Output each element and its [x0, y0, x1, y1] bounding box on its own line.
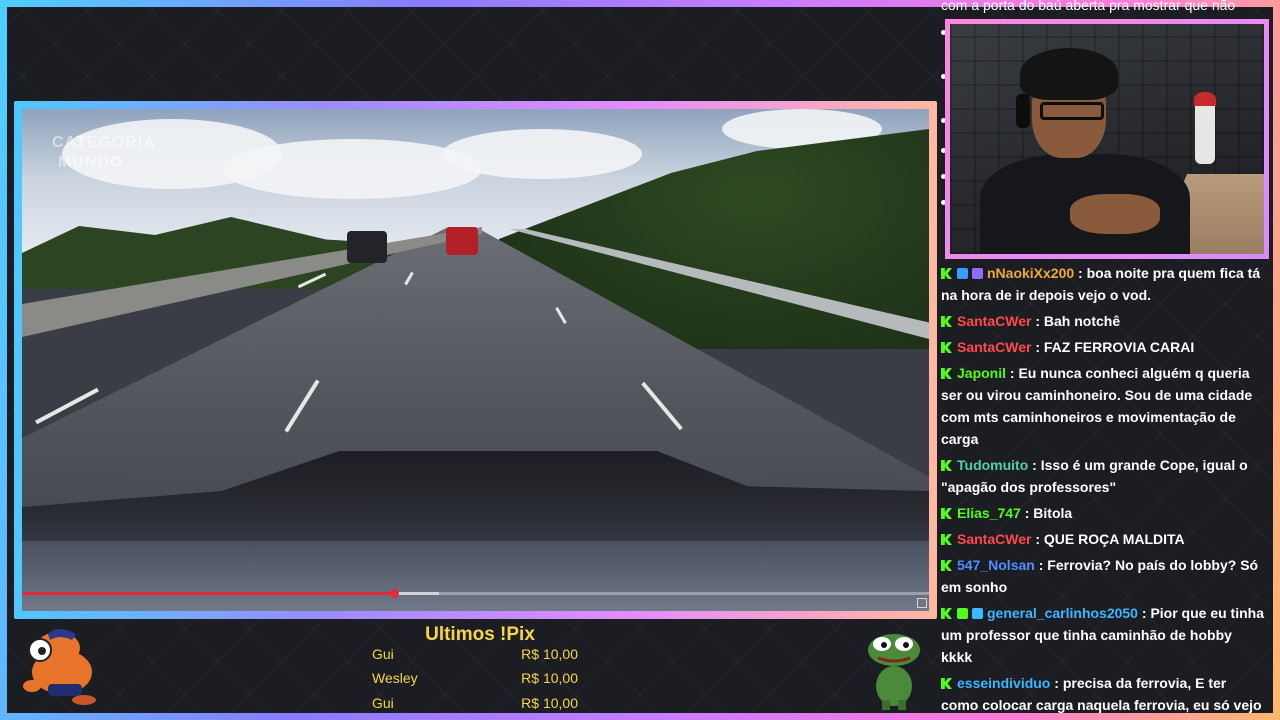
- chat-partial-message: com a porta do baú aberta pra mostrar qu…: [941, 0, 1236, 13]
- chat-message-text: QUE ROÇA MALDITA: [1043, 531, 1185, 547]
- chat-badge-icon: [957, 268, 968, 279]
- chat-message: SantaCWer : Bah notchê: [941, 310, 1266, 332]
- pix-name: Wesley: [372, 670, 418, 686]
- chat-message: Japonil : Eu nunca conheci alguém q quer…: [941, 365, 1253, 447]
- chat-message: Elias_747 : Bitola: [941, 502, 1266, 524]
- chat-message-text: Bah notchê: [1043, 313, 1121, 329]
- pix-amount: R$ 10,00: [521, 646, 578, 662]
- kick-badge-icon: [941, 508, 952, 519]
- chat-badge-icon: [972, 268, 983, 279]
- video-hood-reflection: [22, 541, 929, 611]
- chat-username[interactable]: Elias_747: [957, 505, 1021, 521]
- kick-badge-icon: [941, 560, 952, 571]
- chat-username[interactable]: 547_Nolsan: [957, 557, 1035, 573]
- video-progress-bar[interactable]: [22, 589, 929, 598]
- kick-badge-icon: [941, 678, 952, 689]
- chat-username[interactable]: SantaCWer: [957, 313, 1031, 329]
- video-watermark: CATEGORIA MUNDO: [52, 134, 156, 171]
- chat-message: SantaCWer : FAZ FERROVIA CARAI: [941, 336, 1266, 358]
- chat-username[interactable]: SantaCWer: [957, 531, 1031, 547]
- pix-amount: R$ 10,00: [521, 695, 578, 711]
- chat-panel: nNaokiXx200 : boa noite pra quem fica tá…: [941, 262, 1266, 714]
- chat-message: SantaCWer : QUE ROÇA MALDITA: [941, 528, 1266, 550]
- pix-amount: R$ 10,00: [521, 670, 578, 686]
- kick-badge-icon: [941, 316, 952, 327]
- chat-message: Tudomuito : Isso é um grande Cope, igual…: [941, 457, 1248, 495]
- chat-message-text: Bitola: [1033, 505, 1073, 521]
- chat-username[interactable]: Tudomuito: [957, 457, 1028, 473]
- pix-row: Gui R$ 10,00: [372, 695, 582, 717]
- video-player[interactable]: CATEGORIA MUNDO: [22, 109, 929, 611]
- chat-message: 547_Nolsan : Ferrovia? No país do lobby?…: [941, 557, 1259, 595]
- kick-badge-icon: [941, 268, 952, 279]
- webcam-border: [945, 19, 1269, 259]
- chat-message: general_carlinhos2050 : Pior que eu tinh…: [941, 605, 1265, 665]
- mascot-character-icon: [23, 629, 96, 705]
- chat-username[interactable]: nNaokiXx200: [987, 265, 1074, 281]
- video-border: CATEGORIA MUNDO: [14, 101, 937, 619]
- kick-badge-icon: [941, 608, 952, 619]
- chat-message: esseindividuo : precisa da ferrovia, E t…: [941, 672, 1266, 714]
- pix-row: Wesley R$ 10,00: [372, 670, 582, 692]
- kick-badge-icon: [941, 534, 952, 545]
- chat-username[interactable]: general_carlinhos2050: [987, 605, 1138, 621]
- video-car-black: [347, 231, 387, 263]
- chat-username[interactable]: SantaCWer: [957, 339, 1031, 355]
- webcam-feed: [950, 24, 1264, 254]
- pix-name: Gui: [372, 695, 394, 711]
- pepe-frog-icon: [868, 634, 920, 710]
- pix-row: Gui R$ 10,00: [372, 646, 582, 668]
- chat-message-text: FAZ FERROVIA CARAI: [1043, 339, 1195, 355]
- chat-message: nNaokiXx200 : boa noite pra quem fica tá…: [941, 265, 1261, 303]
- fullscreen-icon[interactable]: [917, 598, 927, 608]
- kick-badge-icon: [941, 460, 952, 471]
- pix-name: Gui: [372, 646, 394, 662]
- kick-badge-icon: [941, 342, 952, 353]
- chat-badge-icon: [972, 608, 983, 619]
- video-progress-fill: [22, 592, 394, 595]
- chat-username[interactable]: esseindividuo: [957, 675, 1050, 691]
- chat-badge-icon: [957, 608, 968, 619]
- video-progress-handle[interactable]: [389, 589, 399, 598]
- chat-username[interactable]: Japonil: [957, 365, 1006, 381]
- video-car-red: [446, 227, 478, 255]
- kick-badge-icon: [941, 368, 952, 379]
- pix-title: Ultimos !Pix: [425, 624, 535, 645]
